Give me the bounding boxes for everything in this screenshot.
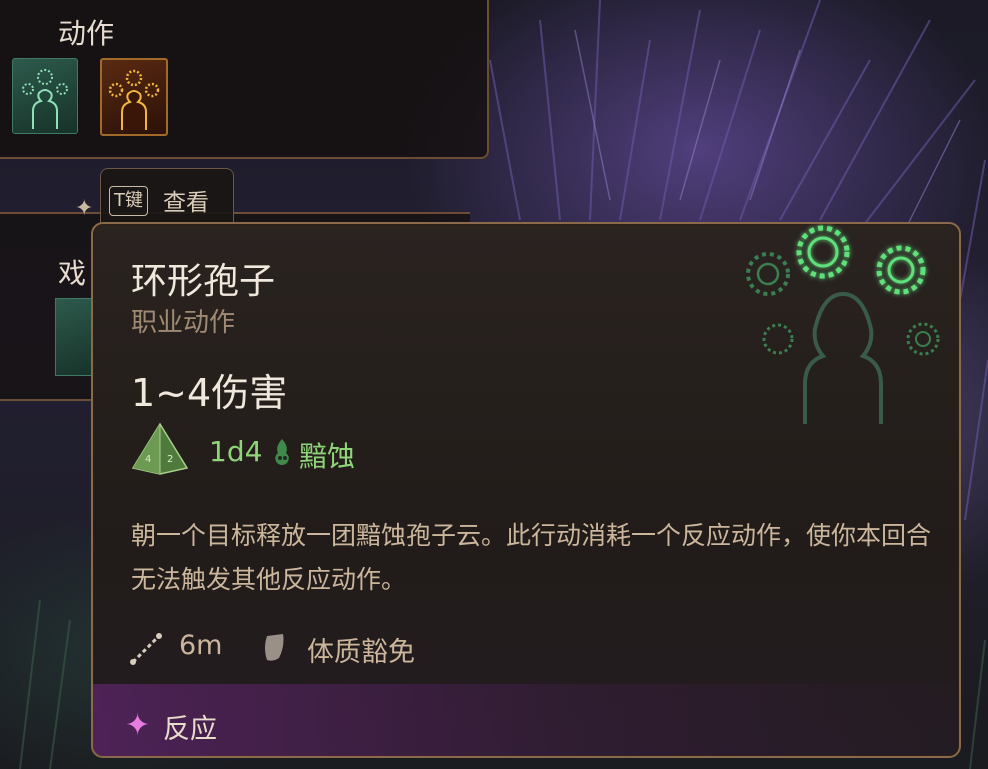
t-key-badge: T键: [109, 186, 148, 216]
circle-spores-icon: [22, 69, 68, 129]
secondary-panel-title: 戏: [58, 257, 87, 290]
svg-text:2: 2: [167, 454, 173, 465]
inspect-label: 查看: [163, 190, 209, 216]
reaction-sparkle-icon: ✦: [125, 708, 151, 743]
ability-title: 环形孢子: [131, 261, 276, 302]
damage-type: 黯蚀: [299, 440, 356, 473]
ability-category: 职业动作: [131, 308, 236, 338]
necrotic-damage-icon: [275, 439, 289, 465]
ability-tooltip: 环形孢子 职业动作 1~4伤害 4 2 1d4 黯蚀 朝一个目标释放一团黯蚀孢子…: [91, 222, 961, 758]
golden-spores-icon: [108, 69, 160, 130]
svg-text:4: 4: [145, 454, 151, 465]
range-value: 6m: [179, 630, 223, 661]
ability-description: 朝一个目标释放一团黯蚀孢子云。此行动消耗一个反应动作，使你本回合无法触发其他反应…: [131, 521, 932, 594]
saving-throw: 体质豁免: [307, 637, 415, 668]
range-icon: [130, 633, 162, 665]
golden-spores-action-slot[interactable]: [100, 58, 168, 136]
inspect-tab[interactable]: T键 查看: [100, 168, 234, 227]
action-cost: 反应: [163, 714, 217, 745]
sparkle-icon: ✦: [75, 196, 94, 221]
dice-roll: 1d4: [209, 435, 263, 468]
saving-throw-shield-icon: [265, 634, 284, 661]
circle-spores-art-icon: [746, 225, 940, 424]
actions-panel-title: 动作: [58, 17, 115, 50]
circle-spores-action-slot[interactable]: [12, 58, 78, 134]
damage-summary: 1~4伤害: [131, 371, 288, 415]
tooltip-footer: [93, 684, 959, 756]
d4-dice-icon: 4 2: [131, 422, 189, 475]
